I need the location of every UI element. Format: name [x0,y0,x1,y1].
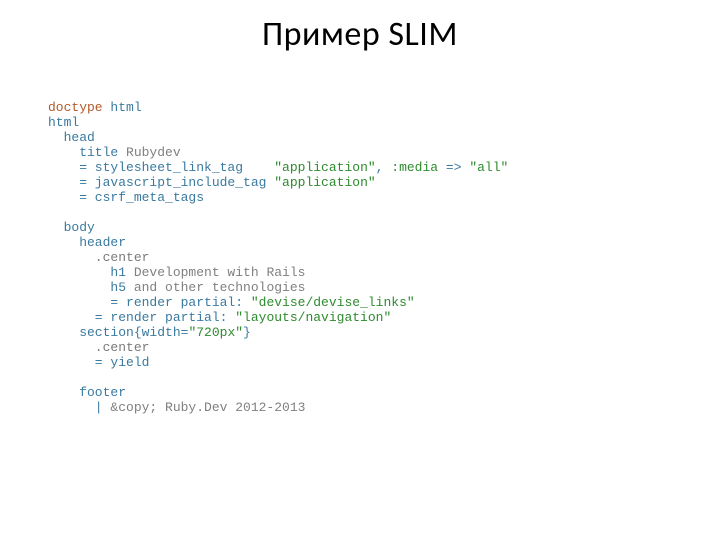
code-string: "all" [469,160,508,175]
code-string: "application" [274,160,375,175]
code-line: header [48,235,126,250]
code-string: "720px" [188,325,243,340]
code-line: = stylesheet_link_tag [48,160,274,175]
code-text: } [243,325,251,340]
code-text: &copy; Ruby.Dev 2012-2013 [103,400,306,415]
code-text: Development with Rails [126,265,305,280]
code-class: .center [48,340,149,355]
code-text: Rubydev [118,145,180,160]
code-line: = render partial: [48,310,235,325]
code-string: "application" [274,175,375,190]
code-tag: title [48,145,118,160]
code-line: section{width= [48,325,188,340]
code-string: "devise/devise_links" [251,295,415,310]
code-line: = yield [48,355,149,370]
code-text: html [103,100,142,115]
slide-title: Пример SLIM [0,14,720,55]
code-line: = csrf_meta_tags [48,190,204,205]
code-line: footer [48,385,126,400]
code-class: .center [48,250,149,265]
code-line: head [48,130,95,145]
slim-code-example: doctype html html head title Rubydev = s… [48,100,508,415]
code-tag: h1 [48,265,126,280]
code-line: body [48,220,95,235]
code-tag: h5 [48,280,126,295]
code-symbol: :media [391,160,438,175]
code-line: html [48,115,79,130]
code-text: , [376,160,392,175]
code-line: = render partial: [48,295,251,310]
code-kw: doctype [48,100,103,115]
code-text: and other technologies [126,280,305,295]
code-pipe: | [48,400,103,415]
code-line: = javascript_include_tag [48,175,274,190]
code-string: "layouts/navigation" [235,310,391,325]
code-text: => [438,160,469,175]
